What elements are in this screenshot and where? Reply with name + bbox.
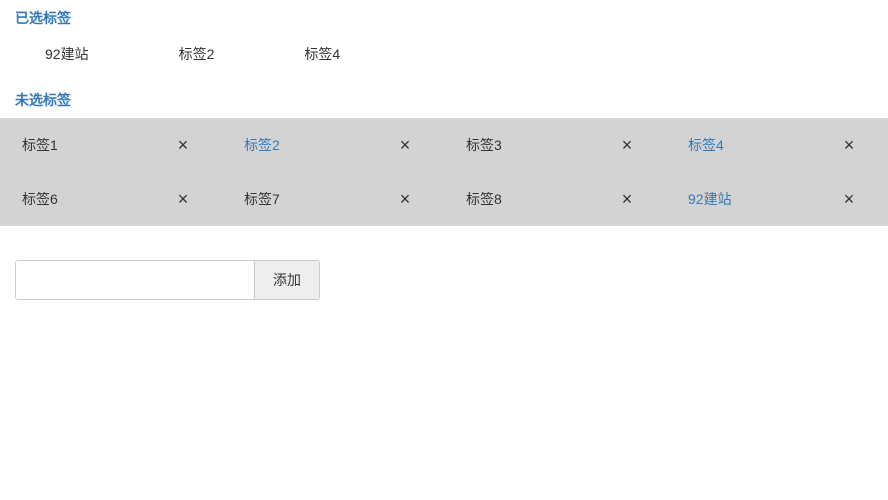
close-icon[interactable]: ×	[174, 136, 192, 154]
tag-cell: 标签7 ×	[222, 172, 444, 226]
tag-label[interactable]: 标签1	[22, 135, 58, 155]
close-icon[interactable]: ×	[618, 136, 636, 154]
tag-label[interactable]: 标签6	[22, 189, 58, 209]
tag-cell: 标签4 ×	[666, 118, 888, 172]
add-tag-input[interactable]	[15, 260, 255, 300]
selected-tag[interactable]: 标签2	[179, 44, 215, 64]
close-icon[interactable]: ×	[396, 136, 414, 154]
selected-tags-row: 92建站 标签2 标签4	[0, 36, 888, 82]
close-icon[interactable]: ×	[396, 190, 414, 208]
selected-tag[interactable]: 92建站	[45, 44, 89, 64]
tag-cell: 标签3 ×	[444, 118, 666, 172]
tag-label[interactable]: 92建站	[688, 189, 732, 209]
close-icon[interactable]: ×	[174, 190, 192, 208]
tag-cell: 标签6 ×	[0, 172, 222, 226]
tag-label[interactable]: 标签7	[244, 189, 280, 209]
tag-cell: 标签1 ×	[0, 118, 222, 172]
close-icon[interactable]: ×	[840, 136, 858, 154]
selected-tag[interactable]: 标签4	[304, 44, 340, 64]
close-icon[interactable]: ×	[618, 190, 636, 208]
tag-label[interactable]: 标签8	[466, 189, 502, 209]
close-icon[interactable]: ×	[840, 190, 858, 208]
tag-label[interactable]: 标签3	[466, 135, 502, 155]
add-button[interactable]: 添加	[255, 260, 320, 300]
tag-cell: 标签2 ×	[222, 118, 444, 172]
selected-header: 已选标签	[0, 0, 888, 36]
tag-label[interactable]: 标签4	[688, 135, 724, 155]
tag-cell: 标签8 ×	[444, 172, 666, 226]
add-tag-row: 添加	[15, 260, 888, 300]
unselected-header: 未选标签	[0, 82, 888, 118]
unselected-tags-grid: 标签1 × 标签2 × 标签3 × 标签4 × 标签6 × 标签7 × 标签8 …	[0, 118, 888, 226]
tag-label[interactable]: 标签2	[244, 135, 280, 155]
tag-cell: 92建站 ×	[666, 172, 888, 226]
